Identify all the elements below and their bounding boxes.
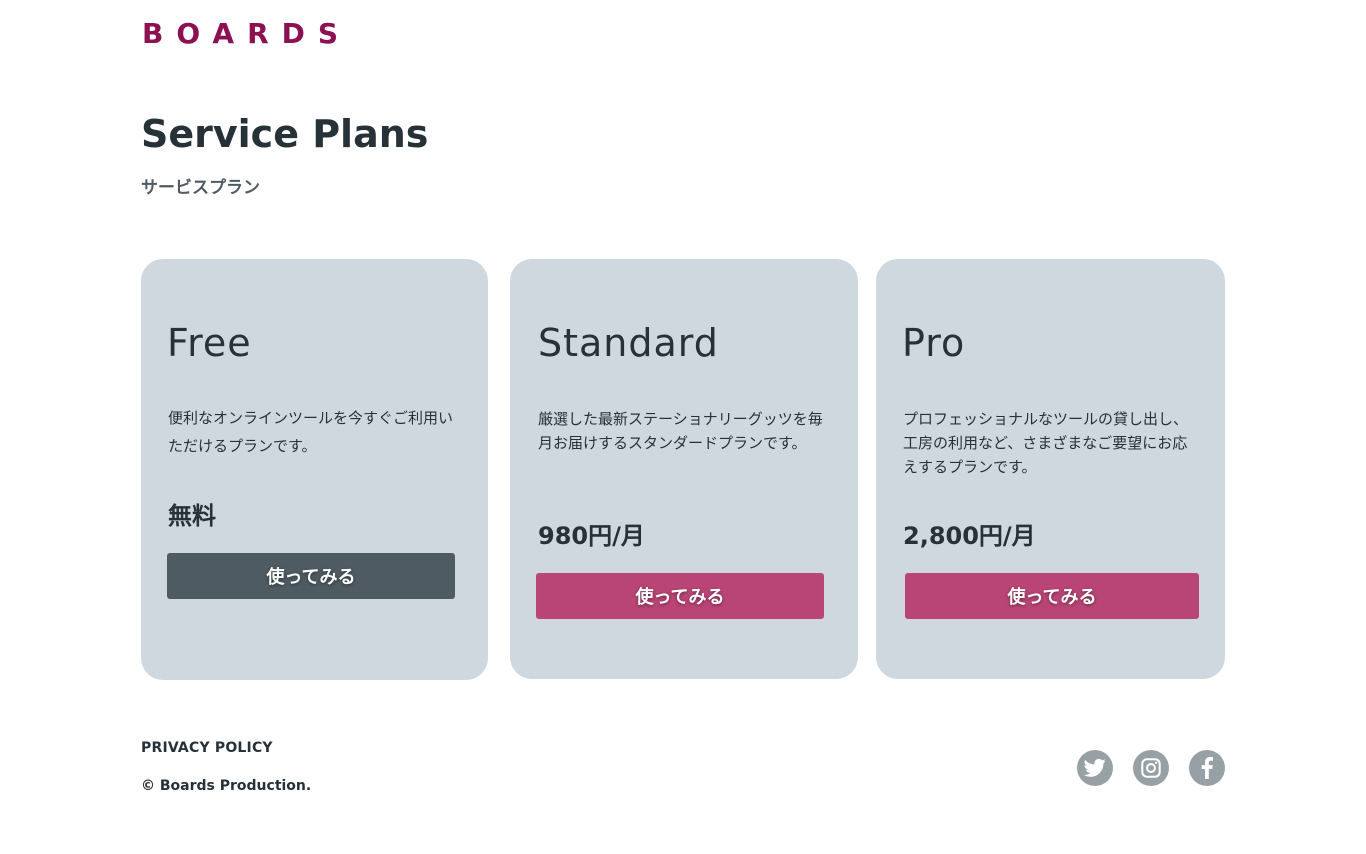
plan-price: 無料 <box>168 502 216 530</box>
plan-name: Standard <box>538 321 719 365</box>
brand-logo[interactable]: BOARDS <box>142 18 351 50</box>
plan-price: 980円/月 <box>538 522 645 550</box>
copyright: © Boards Production. <box>141 778 312 794</box>
plan-price: 2,800円/月 <box>903 522 1036 550</box>
plan-card-standard: Standard 厳選した最新ステーショナリーグッツを毎月お届けするスタンダード… <box>510 259 858 679</box>
plan-card-free: Free 便利なオンラインツールを今すぐご利用いただけるプランです。 無料 使っ… <box>141 259 488 680</box>
plan-description: プロフェッショナルなツールの貸し出し、工房の利用など、さまざまなご要望にお応えす… <box>903 410 1189 476</box>
twitter-icon[interactable] <box>1077 750 1113 786</box>
privacy-policy-link[interactable]: PRIVACY POLICY <box>141 740 273 756</box>
facebook-icon[interactable] <box>1189 750 1225 786</box>
page-subtitle: サービスプラン <box>141 178 260 198</box>
try-free-button[interactable]: 使ってみる <box>167 553 455 599</box>
try-pro-button[interactable]: 使ってみる <box>905 573 1199 619</box>
plan-name: Free <box>167 321 252 365</box>
plan-card-pro: Pro プロフェッショナルなツールの貸し出し、工房の利用など、さまざまなご要望に… <box>876 259 1225 679</box>
instagram-icon[interactable] <box>1133 750 1169 786</box>
plan-description: 厳選した最新ステーショナリーグッツを毎月お届けするスタンダードプランです。 <box>538 410 823 452</box>
try-standard-button[interactable]: 使ってみる <box>536 573 824 619</box>
plan-name: Pro <box>902 321 966 365</box>
page-title: Service Plans <box>141 112 429 156</box>
plan-description: 便利なオンラインツールを今すぐご利用いただけるプランです。 <box>168 409 454 455</box>
